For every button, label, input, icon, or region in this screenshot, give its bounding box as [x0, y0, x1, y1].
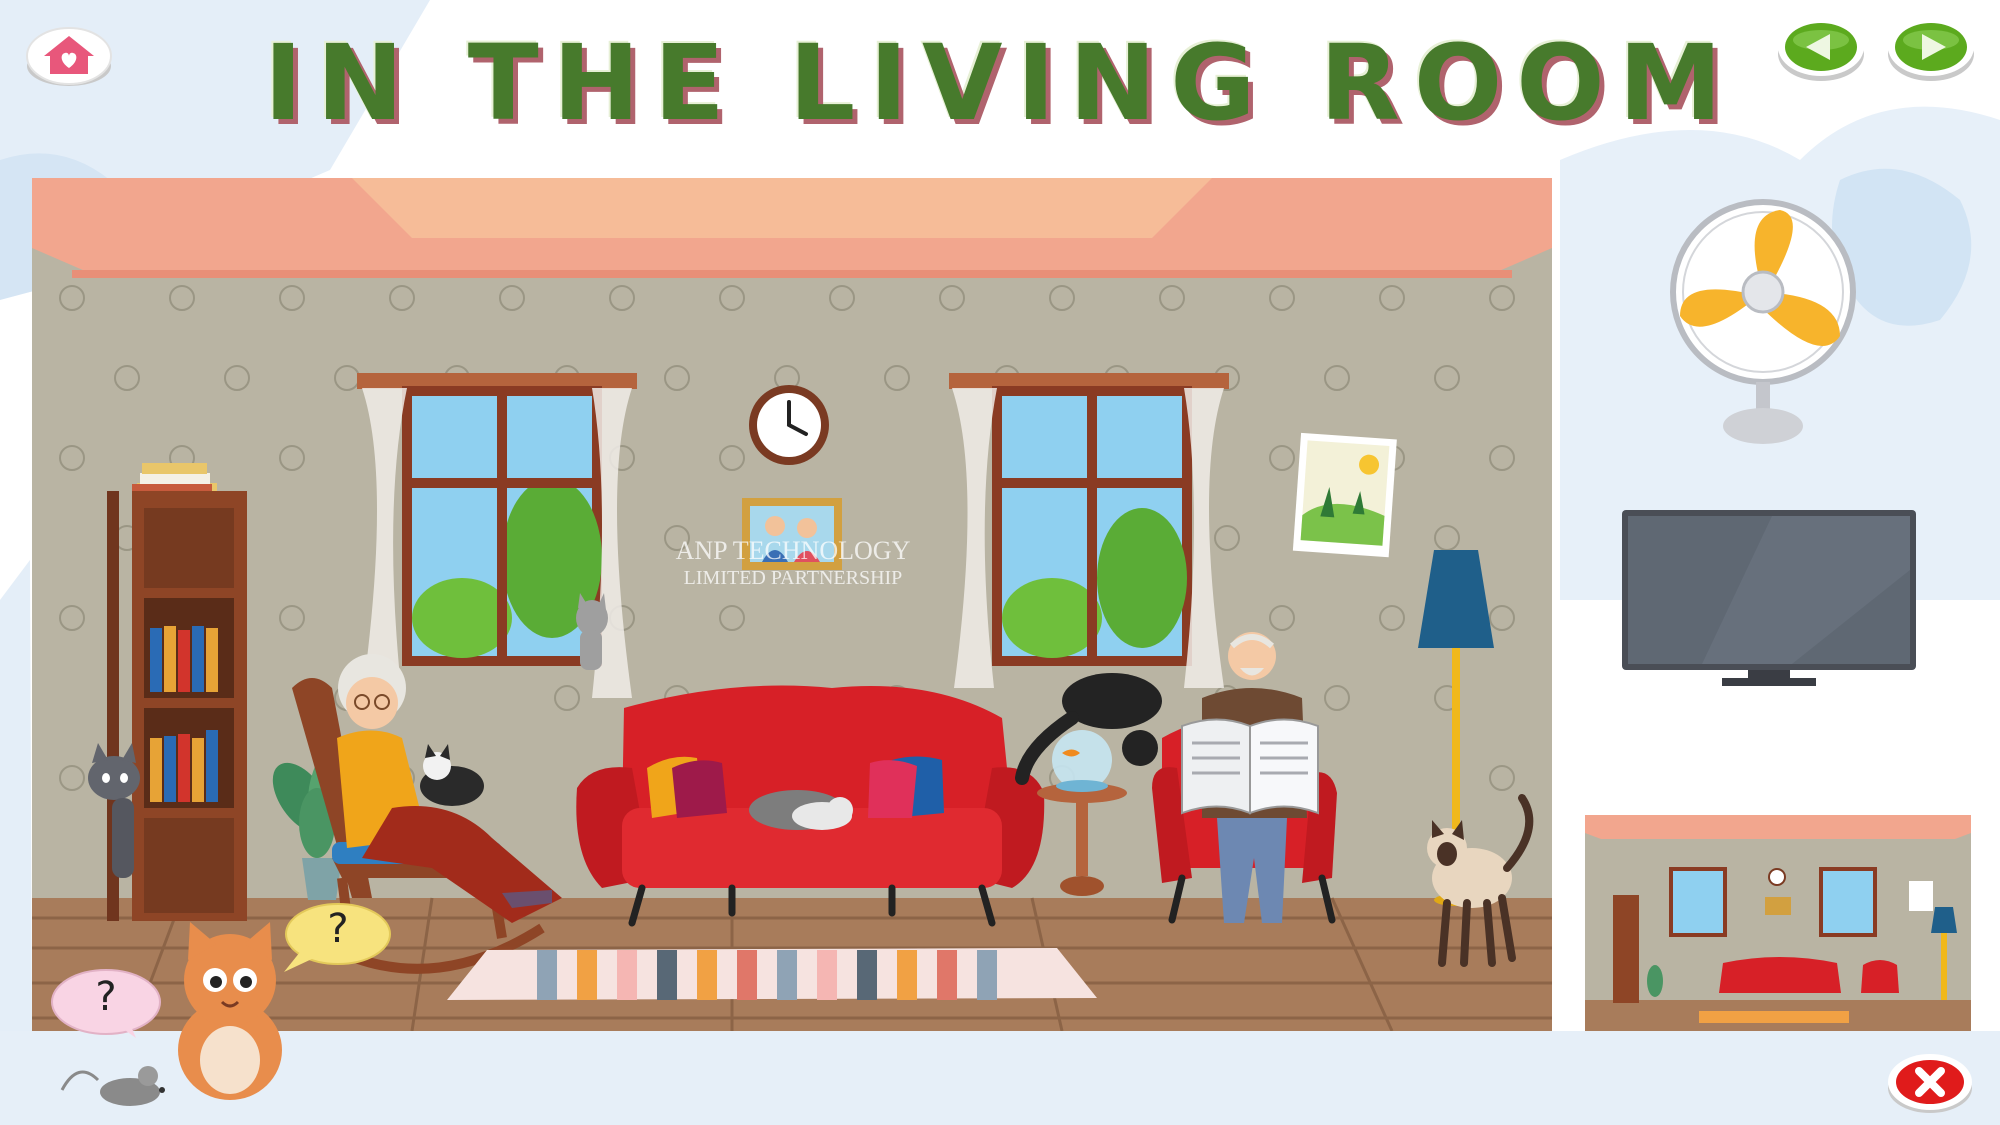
prev-button[interactable] — [1776, 16, 1866, 82]
cat-bubble-text: ? — [327, 906, 349, 952]
striped-rug — [447, 948, 1097, 1000]
newspaper — [1181, 718, 1319, 815]
triangle-left-icon — [1778, 18, 1864, 81]
page-title: IN THE LIVING ROOM — [263, 22, 1737, 144]
wall-clock — [749, 385, 829, 465]
mouse-speech-bubble[interactable]: ? — [50, 968, 166, 1038]
hint-mouse[interactable] — [58, 1050, 170, 1110]
fish-bowl — [1052, 730, 1112, 792]
x-close-icon — [1888, 1054, 1972, 1113]
cat-speech-bubble[interactable]: ? — [280, 902, 392, 974]
mouse-bubble-text: ? — [95, 974, 117, 1020]
landscape-picture — [1292, 432, 1397, 558]
watermark-line1: ANP TECHNOLOGY — [676, 536, 911, 565]
hint-cat[interactable] — [160, 900, 300, 1105]
next-button[interactable] — [1886, 16, 1976, 82]
tv-choice[interactable] — [1622, 510, 1916, 688]
room-thumbnail[interactable] — [1585, 815, 1971, 1031]
home-button[interactable] — [24, 18, 114, 90]
fan-choice[interactable] — [1660, 196, 1866, 448]
triangle-right-icon — [1888, 18, 1974, 81]
watermark-line2: LIMITED PARTNERSHIP — [684, 567, 903, 589]
home-heart-icon — [26, 27, 112, 86]
close-button[interactable] — [1886, 1052, 1974, 1114]
